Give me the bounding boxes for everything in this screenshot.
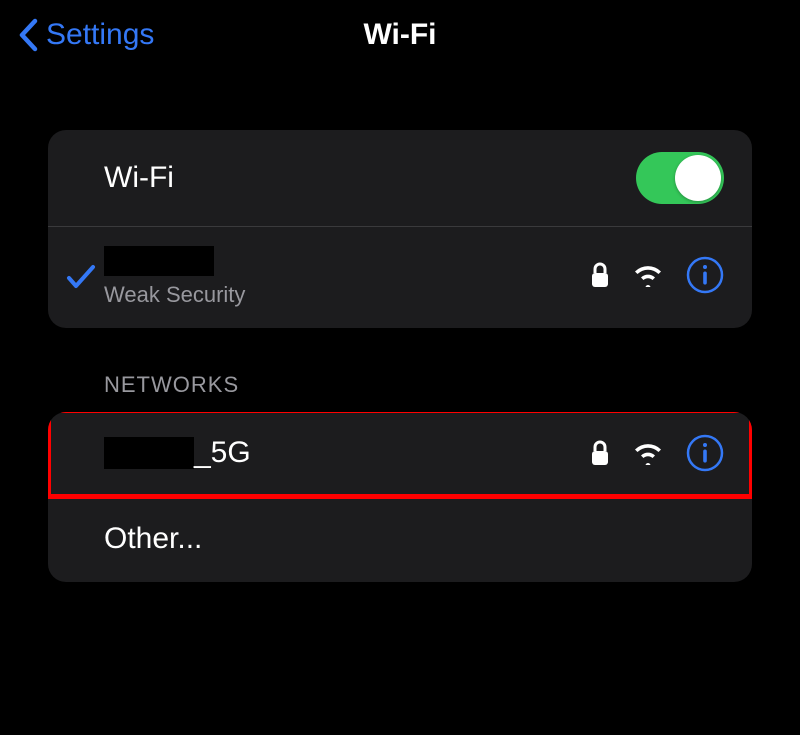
connected-network-subtitle: Weak Security (104, 282, 590, 308)
checkmark-icon (66, 264, 96, 290)
connected-network-icons (590, 256, 724, 294)
wifi-signal-icon (632, 441, 664, 465)
toggle-knob (675, 155, 721, 201)
wifi-toggle-row: Wi-Fi (48, 130, 752, 227)
available-network-row[interactable]: _5G (48, 412, 752, 496)
redacted-name (104, 437, 194, 469)
wifi-card: Wi-Fi Weak Security (48, 130, 752, 328)
connected-network-row[interactable]: Weak Security (48, 227, 752, 328)
page-title: Wi-Fi (363, 18, 436, 52)
network-name-suffix: _5G (194, 436, 251, 470)
chevron-left-icon (18, 18, 38, 52)
navigation-header: Settings Wi-Fi (0, 0, 800, 70)
wifi-toggle-switch[interactable] (636, 152, 724, 204)
redacted-name (104, 246, 214, 276)
available-network-icons (590, 434, 724, 472)
connected-network-info: Weak Security (104, 243, 590, 308)
networks-section-header: NETWORKS (48, 328, 752, 412)
other-network-row[interactable]: Other... (48, 496, 752, 582)
connected-network-name (104, 243, 590, 276)
available-network-name: _5G (104, 436, 590, 470)
lock-icon (590, 261, 610, 289)
back-button[interactable]: Settings (18, 18, 154, 52)
info-icon[interactable] (686, 434, 724, 472)
wifi-toggle-label: Wi-Fi (104, 161, 636, 195)
info-icon[interactable] (686, 256, 724, 294)
lock-icon (590, 439, 610, 467)
wifi-signal-icon (632, 263, 664, 287)
other-network-label: Other... (104, 522, 724, 556)
content-area: Wi-Fi Weak Security (0, 70, 800, 582)
networks-card: _5G (48, 412, 752, 582)
back-label: Settings (46, 18, 154, 52)
